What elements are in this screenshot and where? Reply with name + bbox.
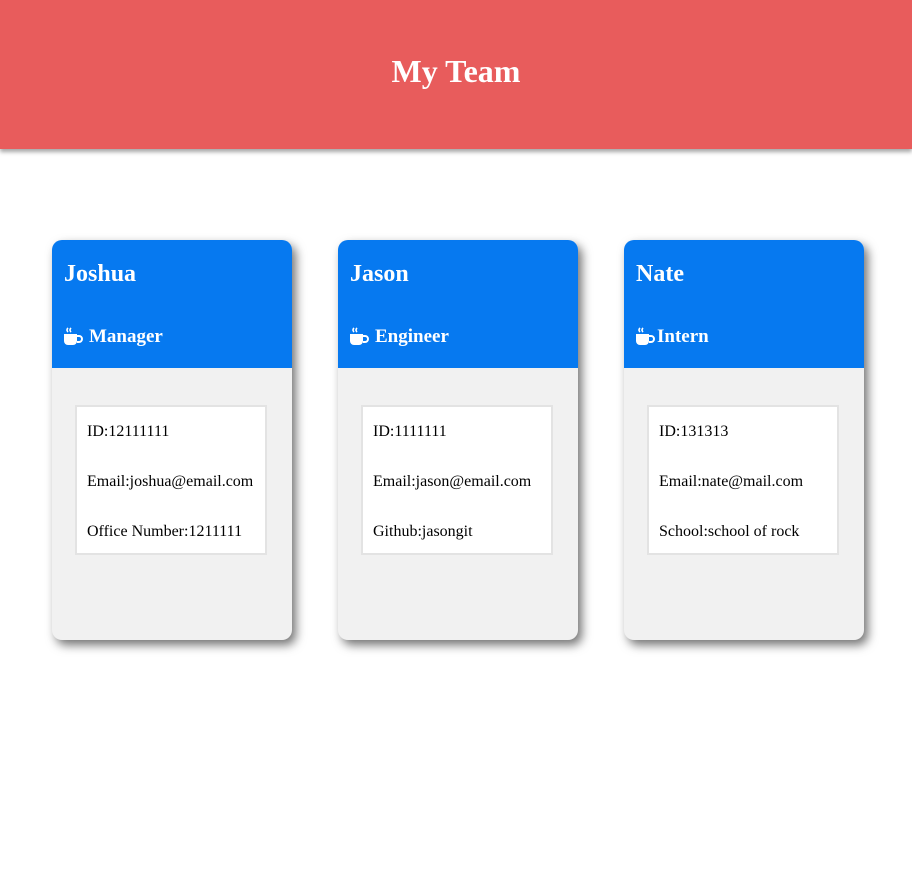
employee-role-label: Manager (89, 326, 163, 347)
employee-card-manager: Joshua Manager ID:12111111 Email:joshua@… (52, 240, 292, 640)
employee-card-intern: Nate Intern ID:131313 Email:nate@mail.co… (624, 240, 864, 640)
employee-role: Engineer (349, 326, 449, 348)
employee-name: Jason (350, 261, 409, 287)
employee-name: Nate (636, 261, 684, 287)
employee-email: Email:joshua@email.com (87, 473, 254, 490)
employee-id: ID:12111111 (87, 423, 170, 440)
coffee-mug-icon (349, 327, 371, 347)
employee-email: Email:jason@email.com (373, 473, 532, 490)
employee-role-label: Intern (657, 326, 709, 347)
employee-info-box: ID:131313 Email:nate@mail.com School:sch… (647, 405, 839, 555)
employee-id: ID:1111111 (373, 423, 447, 440)
employee-info-box: ID:12111111 Email:joshua@email.com Offic… (75, 405, 267, 555)
coffee-mug-icon (63, 327, 85, 347)
employee-role: Intern (635, 326, 709, 348)
employee-email: Email:nate@mail.com (659, 473, 804, 490)
employee-role: Manager (63, 326, 163, 348)
employee-role-label: Engineer (375, 326, 449, 347)
employee-card-engineer: Jason Engineer ID:1111111 Email:jason@em… (338, 240, 578, 640)
employee-github: Github:jasongit (373, 523, 473, 540)
coffee-mug-icon (635, 327, 657, 347)
employee-name: Joshua (64, 261, 137, 287)
card-header: Nate Intern (624, 240, 864, 368)
card-header: Joshua Manager (52, 240, 292, 368)
card-header: Jason Engineer (338, 240, 578, 368)
employee-office-number: Office Number:1211111 (87, 523, 243, 540)
employee-school: School:school of rock (659, 523, 800, 540)
page-title: My Team (391, 53, 521, 89)
employee-id: ID:131313 (659, 423, 729, 440)
page-header: My Team (0, 0, 912, 149)
employee-info-box: ID:1111111 Email:jason@email.com Github:… (361, 405, 553, 555)
